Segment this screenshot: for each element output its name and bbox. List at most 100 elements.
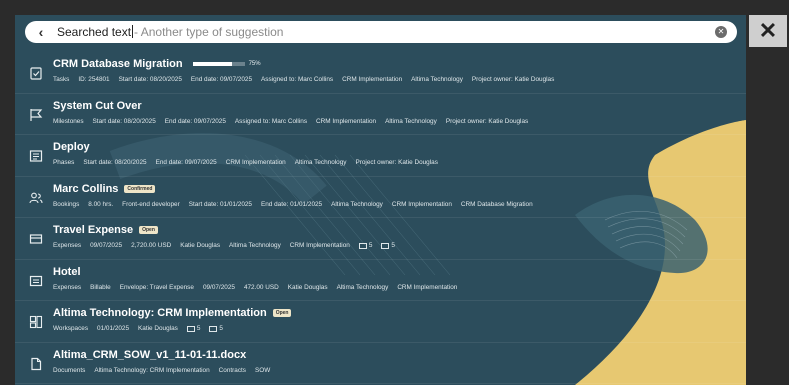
meta-item: CRM Implementation bbox=[225, 159, 286, 166]
meta-item: CRM Implementation bbox=[342, 76, 403, 83]
result-title-text: Altima_CRM_SOW_v1_11-01-11.docx bbox=[53, 348, 247, 361]
result-title: Travel Expense Open bbox=[53, 224, 158, 236]
result-row[interactable]: Deploy Phases Start date: 08/20/2025 End da… bbox=[15, 135, 746, 177]
meta-item: 01/01/2025 bbox=[97, 325, 130, 332]
meta-item: ID: 254801 bbox=[78, 76, 110, 83]
meta-item: End date: 01/01/2025 bbox=[260, 200, 323, 208]
result-row[interactable]: Hotel Expenses Billable Envelope: Travel Ex… bbox=[15, 260, 746, 301]
meta-item: Altima Technology bbox=[385, 117, 437, 125]
meta-item: Altima Technology bbox=[411, 76, 463, 83]
clear-icon[interactable]: ✕ bbox=[715, 26, 727, 38]
meta-item: End date: 09/07/2025 bbox=[155, 159, 217, 166]
meta-item: 472.00 USD bbox=[243, 283, 279, 291]
meta-item: SOW bbox=[255, 366, 271, 374]
meta-item: Altima Technology: CRM Implementation bbox=[94, 366, 210, 374]
result-title: Marc Collins Confirmed bbox=[53, 183, 156, 195]
result-title-text: System Cut Over bbox=[53, 99, 142, 112]
phase-icon bbox=[29, 149, 43, 163]
result-title-text: CRM Database Migration bbox=[53, 58, 183, 70]
meta-item: Project owner: Katie Douglas bbox=[445, 117, 529, 125]
meta-item: CRM Implementation bbox=[289, 242, 350, 249]
milestone-flag-icon bbox=[29, 108, 43, 122]
result-meta: Workspaces 01/01/2025 Katie Douglas 5 5 bbox=[53, 325, 232, 332]
meta-item: Billable bbox=[90, 283, 111, 291]
meta-item: End date: 09/07/2025 bbox=[190, 76, 252, 83]
meta-item: 8.00 hrs. bbox=[88, 200, 114, 208]
search-query: Searched text bbox=[57, 25, 132, 39]
meta-item: Assigned to: Marc Collins bbox=[234, 117, 308, 125]
chevron-left-icon[interactable]: ‹ bbox=[29, 21, 53, 43]
result-title: System Cut Over bbox=[53, 100, 142, 112]
attachment-icon bbox=[186, 325, 195, 332]
meta-item: Milestones bbox=[53, 117, 84, 125]
people-icon bbox=[29, 191, 43, 205]
close-icon[interactable]: ✕ bbox=[749, 15, 787, 47]
meta-item: Workspaces bbox=[53, 325, 89, 332]
result-title-text: Travel Expense bbox=[53, 224, 134, 236]
meta-item: Start date: 08/20/2025 bbox=[83, 159, 147, 166]
result-meta: Milestones Start date: 08/20/2025 End date… bbox=[53, 118, 537, 125]
hotel-icon bbox=[29, 274, 43, 288]
result-meta: Expenses Billable Envelope: Travel Expense… bbox=[53, 284, 466, 291]
document-icon bbox=[29, 357, 43, 371]
comment-count: 5 bbox=[391, 242, 395, 249]
status-badge: Open bbox=[272, 309, 292, 317]
result-meta: Documents Altima Technology: CRM Implemen… bbox=[53, 367, 279, 374]
result-row[interactable]: Travel Expense Open Expenses 09/07/2025 2,72… bbox=[15, 218, 746, 260]
meta-item: 09/07/2025 bbox=[202, 283, 235, 291]
meta-item: CRM Implementation bbox=[316, 117, 377, 125]
meta-item: Altima Technology bbox=[336, 283, 389, 291]
text-caret bbox=[132, 25, 134, 38]
result-title-text: Hotel bbox=[53, 265, 81, 278]
meta-item: Altima Technology bbox=[331, 200, 383, 208]
meta-item: Project owner: Katie Douglas bbox=[471, 76, 555, 83]
meta-item: Start date: 08/20/2025 bbox=[118, 76, 182, 83]
result-title: CRM Database Migration 75% bbox=[53, 58, 261, 70]
attachment-count: 5 bbox=[368, 242, 373, 249]
progress-label: 75% bbox=[248, 61, 261, 67]
search-suggestion[interactable]: - Another type of suggestion bbox=[134, 25, 283, 39]
meta-item: Katie Douglas bbox=[180, 242, 221, 249]
progress-fill bbox=[192, 62, 232, 66]
meta-item: Contracts bbox=[218, 366, 247, 374]
meta-item: Phases bbox=[53, 159, 75, 166]
result-title: Deploy bbox=[53, 141, 90, 153]
search-panel: ‹ Searched text - Another type of sugges… bbox=[15, 15, 746, 385]
meta-item: Documents bbox=[53, 366, 86, 374]
result-row[interactable]: System Cut Over Milestones Start date: 08/… bbox=[15, 94, 746, 135]
meta-item: Envelope: Travel Expense bbox=[119, 283, 194, 291]
comment-icon bbox=[209, 325, 218, 332]
result-row[interactable]: Marc Collins Confirmed Bookings 8.00 hrs. Fr… bbox=[15, 177, 746, 218]
result-row[interactable]: Altima Technology: CRM Implementation Ope… bbox=[15, 301, 746, 343]
meta-item: Altima Technology bbox=[294, 159, 347, 166]
meta-item: Start date: 01/01/2025 bbox=[188, 200, 252, 208]
meta-item: Assigned to: Marc Collins bbox=[261, 76, 334, 83]
meta-item: Tasks bbox=[53, 76, 70, 83]
result-meta: Expenses 09/07/2025 2,720.00 USD Katie Doug… bbox=[53, 242, 404, 249]
result-title-text: Altima Technology: CRM Implementation bbox=[53, 307, 267, 319]
result-meta: Phases Start date: 08/20/2025 End date: 09… bbox=[53, 159, 447, 166]
result-meta: Bookings 8.00 hrs. Front-end developer Star… bbox=[53, 201, 542, 208]
meta-item: Katie Douglas bbox=[287, 283, 328, 291]
attachment-icon bbox=[358, 242, 367, 249]
workspace-icon bbox=[29, 315, 43, 329]
meta-item: Start date: 08/20/2025 bbox=[92, 117, 156, 125]
status-badge: Open bbox=[139, 226, 158, 234]
result-row[interactable]: CRM Database Migration 75% Tasks ID: 254801… bbox=[15, 52, 746, 94]
meta-item: Expenses bbox=[53, 283, 82, 291]
result-row[interactable]: Altima_CRM_SOW_v1_11-01-11.docx Documents… bbox=[15, 343, 746, 384]
result-title: Altima Technology: CRM Implementation Ope… bbox=[53, 307, 292, 319]
result-title-text: Deploy bbox=[53, 141, 90, 153]
task-icon bbox=[29, 66, 43, 80]
search-input[interactable]: Searched text bbox=[57, 25, 134, 39]
meta-item: Expenses bbox=[53, 242, 82, 249]
comment-icon bbox=[381, 242, 390, 249]
search-bar[interactable]: ‹ Searched text - Another type of sugges… bbox=[25, 21, 737, 43]
meta-item: End date: 09/07/2025 bbox=[164, 117, 226, 125]
comment-count: 5 bbox=[219, 325, 223, 332]
meta-item: CRM Database Migration bbox=[460, 200, 533, 208]
meta-item: 09/07/2025 bbox=[90, 242, 123, 249]
progress-bar bbox=[192, 62, 245, 66]
meta-item: 2,720.00 USD bbox=[131, 242, 172, 249]
attachment-count: 5 bbox=[196, 325, 201, 332]
